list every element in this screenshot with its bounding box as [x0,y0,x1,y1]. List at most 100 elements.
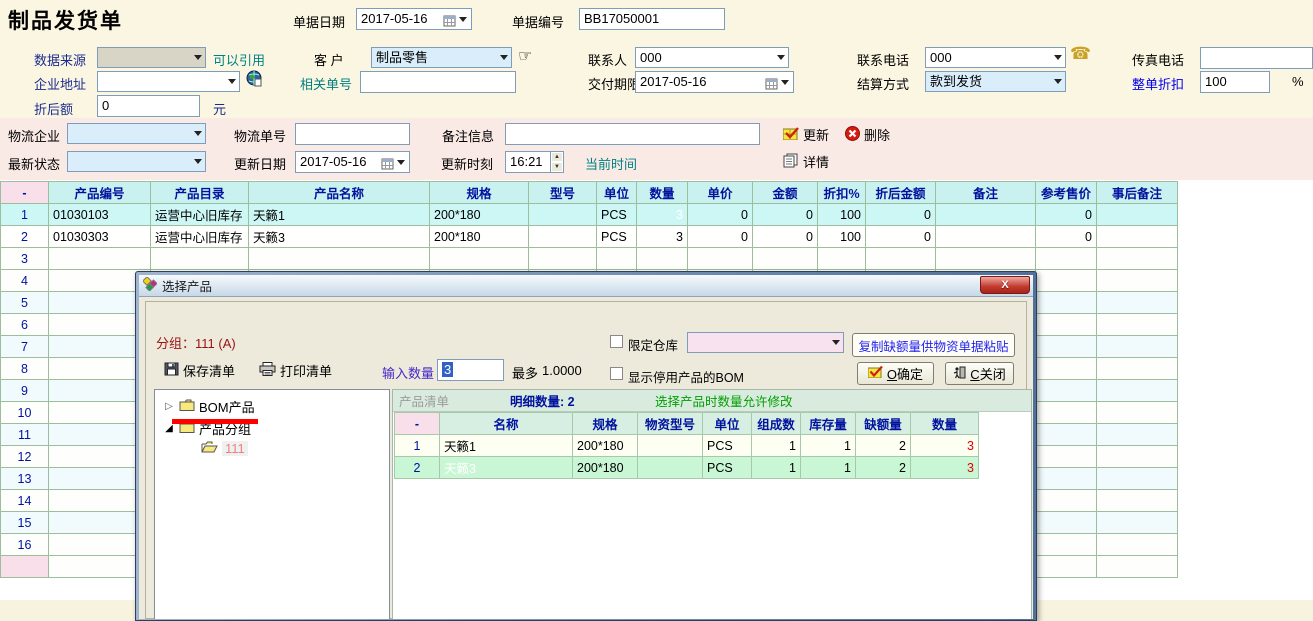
doc-no-input[interactable]: BB17050001 [579,8,725,30]
cell-num[interactable]: 7 [1,336,49,358]
cell-qty[interactable]: 3 [911,435,979,457]
cell-ref_price[interactable] [1036,490,1097,512]
cell-model[interactable] [529,226,597,248]
cell-num[interactable]: 9 [1,380,49,402]
cell-num[interactable]: 2 [395,457,440,479]
cell-unit[interactable] [597,248,637,270]
cell-num[interactable]: 3 [1,248,49,270]
cell-post_remark[interactable] [1097,512,1178,534]
dropdown-arrow-icon[interactable] [224,72,239,91]
show-disabled-bom-checkbox[interactable] [610,367,623,380]
dialog-close-button[interactable]: X [980,276,1030,294]
cell-post_remark[interactable] [1097,248,1178,270]
cell-num[interactable]: 16 [1,534,49,556]
cell-qty[interactable] [637,248,688,270]
cell-num[interactable]: 14 [1,490,49,512]
data-source-combo[interactable] [97,47,206,68]
cell-spec[interactable]: 200*180 [573,435,638,457]
cell-ref_price[interactable] [1036,270,1097,292]
customer-combo[interactable]: 制品零售 [371,47,512,68]
cell-ref_price[interactable] [1036,358,1097,380]
warehouse-combo[interactable] [687,332,844,353]
cell-ref_price[interactable] [1036,314,1097,336]
cell-post_remark[interactable] [1097,358,1178,380]
delete-button[interactable]: 删除 [845,125,890,144]
cell-ref_price[interactable]: 0 [1036,204,1097,226]
cell-name[interactable] [249,248,430,270]
globe-icon[interactable] [246,70,263,90]
cell-ref_price[interactable] [1036,248,1097,270]
spinner-up-icon[interactable]: ▲ [551,152,563,162]
cell-spec[interactable]: 200*180 [430,226,529,248]
cell-num[interactable]: 13 [1,468,49,490]
cell-num[interactable]: 1 [395,435,440,457]
cell-unit[interactable]: PCS [703,457,752,479]
input-qty-field[interactable]: 3 [437,359,504,381]
cell-model[interactable] [529,248,597,270]
cell-ref_price[interactable]: 0 [1036,226,1097,248]
time-spinner[interactable]: ▲ ▼ [551,151,564,173]
dropdown-arrow-icon[interactable] [496,48,511,67]
cell-ref_price[interactable] [1036,336,1097,358]
cell-post_remark[interactable] [1097,336,1178,358]
cell-remark[interactable] [936,248,1036,270]
cell-remark[interactable] [936,204,1036,226]
dropdown-arrow-icon[interactable] [828,333,843,352]
cell-post_remark[interactable] [1097,314,1178,336]
cell-after[interactable] [866,248,936,270]
cell-num[interactable]: 4 [1,270,49,292]
cell-stock[interactable]: 1 [801,435,856,457]
cell-unit[interactable]: PCS [597,204,637,226]
remark-input[interactable] [505,123,760,145]
cell-amount[interactable]: 0 [753,226,818,248]
dropdown-arrow-icon[interactable] [781,80,789,85]
cell-num[interactable]: 11 [1,424,49,446]
cell-ref_price[interactable] [1036,424,1097,446]
cell-post_remark[interactable] [1097,292,1178,314]
cell-spec[interactable]: 200*180 [430,204,529,226]
cell-qty[interactable]: 3 [637,204,688,226]
cell-code[interactable] [49,248,151,270]
cell-amount[interactable] [753,248,818,270]
calendar-icon[interactable] [443,13,456,25]
cell-code[interactable]: 01030103 [49,204,151,226]
cell-post_remark[interactable] [1097,490,1178,512]
cell-price[interactable]: 0 [688,226,753,248]
cell-post_remark[interactable] [1097,534,1178,556]
cell-after[interactable]: 0 [866,226,936,248]
related-no-input[interactable] [360,71,516,93]
waybill-input[interactable] [295,123,410,145]
deliver-date-input[interactable]: 2017-05-16 [635,71,794,93]
cell-ref_price[interactable] [1036,512,1097,534]
net-input[interactable]: 0 [97,95,200,117]
cell-num[interactable]: 5 [1,292,49,314]
limit-warehouse-checkbox[interactable] [610,335,623,348]
discount-input[interactable]: 100 [1200,71,1270,93]
save-list-button[interactable]: 保存清单 [164,361,235,380]
cell-remark[interactable] [936,226,1036,248]
calendar-icon[interactable] [765,76,778,88]
cell-post_remark[interactable] [1097,204,1178,226]
cell-ref_price[interactable] [1036,446,1097,468]
cell-catalog[interactable]: 运营中心旧库存 [151,204,249,226]
cell-num[interactable]: 12 [1,446,49,468]
cell-num[interactable]: 10 [1,402,49,424]
doc-date-input[interactable]: 2017-05-16 [356,8,472,30]
cell-price[interactable] [688,248,753,270]
cell-name[interactable]: 天籁3 [249,226,430,248]
cell-post_remark[interactable] [1097,226,1178,248]
cell-shortage[interactable]: 2 [856,457,911,479]
dropdown-arrow-icon[interactable] [773,48,788,67]
cell-post_remark[interactable] [1097,270,1178,292]
cell-catalog[interactable] [151,248,249,270]
quote-link[interactable]: 可以引用 [213,50,265,69]
cell-unit[interactable]: PCS [703,435,752,457]
copy-shortage-button[interactable]: 复制缺额量供物资单据粘贴 [852,333,1015,357]
cell-amount[interactable]: 0 [753,204,818,226]
update-button[interactable]: 更新 [783,125,829,144]
ok-button[interactable]: O确定 [857,362,934,385]
dropdown-arrow-icon[interactable] [1050,48,1065,67]
cell-post_remark[interactable] [1097,380,1178,402]
cell-model[interactable] [638,435,703,457]
dropdown-arrow-icon[interactable] [459,17,467,22]
